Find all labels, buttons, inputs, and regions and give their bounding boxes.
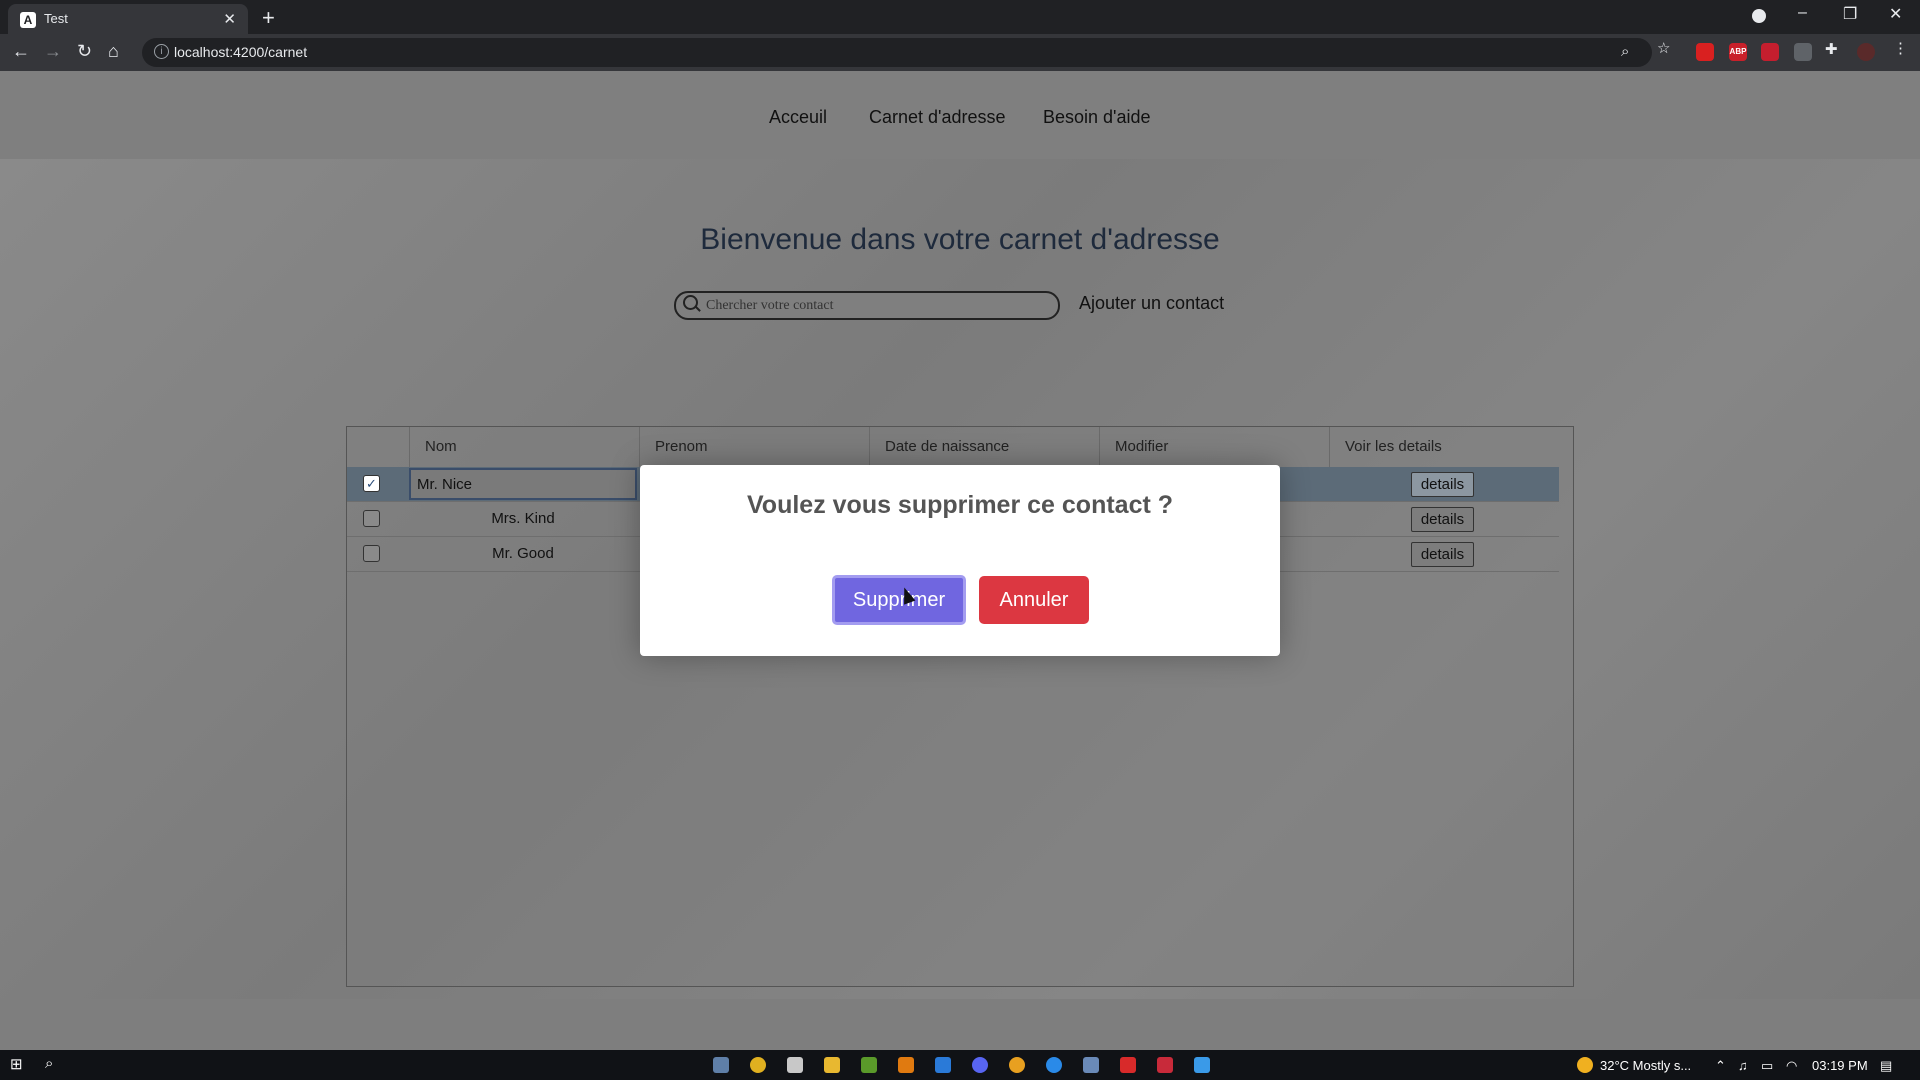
extension-red-icon[interactable]	[1696, 43, 1714, 61]
vscode-icon[interactable]	[935, 1057, 951, 1073]
browser-toolbar: ← → ↻ ⌂ i localhost:4200/carnet ⌕ ☆ ABP …	[0, 34, 1920, 71]
weather-text[interactable]: 32°C Mostly s...	[1600, 1058, 1691, 1073]
weather-icon[interactable]	[1577, 1057, 1593, 1073]
windows-start-icon[interactable]: ⊞	[10, 1055, 26, 1073]
site-info-icon[interactable]: i	[154, 44, 169, 59]
chrome-menu-icon[interactable]: ⋮	[1893, 39, 1908, 57]
edge-icon[interactable]	[1046, 1057, 1062, 1073]
reload-icon[interactable]: ↻	[77, 41, 92, 62]
tray-chevron-icon[interactable]: ⌃	[1715, 1058, 1726, 1074]
angular-favicon-icon: A	[20, 12, 36, 28]
address-bar[interactable]: i localhost:4200/carnet ⌕	[142, 38, 1652, 67]
extension-gray-icon[interactable]	[1794, 43, 1812, 61]
volume-icon[interactable]: ♫	[1738, 1058, 1748, 1073]
taskbar-app-icon[interactable]	[713, 1057, 729, 1073]
battery-icon[interactable]: ▭	[1761, 1058, 1773, 1074]
minimize-icon[interactable]: –	[1798, 4, 1807, 22]
browser-tab[interactable]: A Test ✕	[8, 4, 248, 34]
media-control-icon[interactable]	[1752, 9, 1766, 23]
taskbar-app-icon[interactable]	[861, 1057, 877, 1073]
taskbar-app-icon[interactable]	[1120, 1057, 1136, 1073]
tab-title: Test	[44, 11, 68, 26]
windows-taskbar: ⊞ ⌕ 32°C Mostly s... ⌃ ♫ ▭ ◠ 03:19 PM ▤	[0, 1050, 1920, 1080]
search-taskbar-icon[interactable]: ⌕	[45, 1055, 61, 1072]
back-icon[interactable]: ←	[12, 41, 30, 62]
extensions-puzzle-icon[interactable]: ✚	[1825, 40, 1838, 58]
supprimer-button[interactable]: Supprimer	[832, 575, 966, 625]
extension-pdf-icon[interactable]	[1761, 43, 1779, 61]
taskbar-app-icon[interactable]	[1157, 1057, 1173, 1073]
bookmark-star-icon[interactable]: ☆	[1657, 39, 1670, 57]
wifi-icon[interactable]: ◠	[1786, 1058, 1797, 1074]
home-icon[interactable]: ⌂	[108, 41, 119, 62]
taskbar-app-icon[interactable]	[1083, 1057, 1099, 1073]
chrome-icon[interactable]	[1009, 1057, 1025, 1073]
vlc-icon[interactable]	[898, 1057, 914, 1073]
dialog-title: Voulez vous supprimer ce contact ?	[746, 491, 1174, 519]
url-text[interactable]: localhost:4200/carnet	[174, 44, 307, 60]
close-window-icon[interactable]: ✕	[1889, 4, 1902, 24]
forward-icon[interactable]: →	[44, 41, 62, 62]
browser-tab-strip: A Test ✕ + – ❐ ✕	[0, 0, 1920, 34]
notification-icon[interactable]: ▤	[1880, 1058, 1892, 1074]
taskbar-app-icon[interactable]	[1194, 1057, 1210, 1073]
delete-confirm-dialog: Voulez vous supprimer ce contact ? Suppr…	[640, 465, 1280, 656]
new-tab-icon[interactable]: +	[262, 5, 275, 31]
file-explorer-icon[interactable]	[824, 1057, 840, 1073]
discord-icon[interactable]	[972, 1057, 988, 1073]
adblock-plus-icon[interactable]: ABP	[1729, 43, 1747, 61]
profile-avatar[interactable]	[1857, 43, 1875, 61]
taskbar-app-icon[interactable]	[787, 1057, 803, 1073]
annuler-button[interactable]: Annuler	[979, 576, 1089, 624]
tab-close-icon[interactable]: ✕	[223, 10, 236, 28]
taskbar-app-icon[interactable]	[750, 1057, 766, 1073]
zoom-icon[interactable]: ⌕	[1621, 43, 1629, 60]
clock[interactable]: 03:19 PM	[1812, 1058, 1868, 1073]
restore-icon[interactable]: ❐	[1843, 4, 1857, 24]
